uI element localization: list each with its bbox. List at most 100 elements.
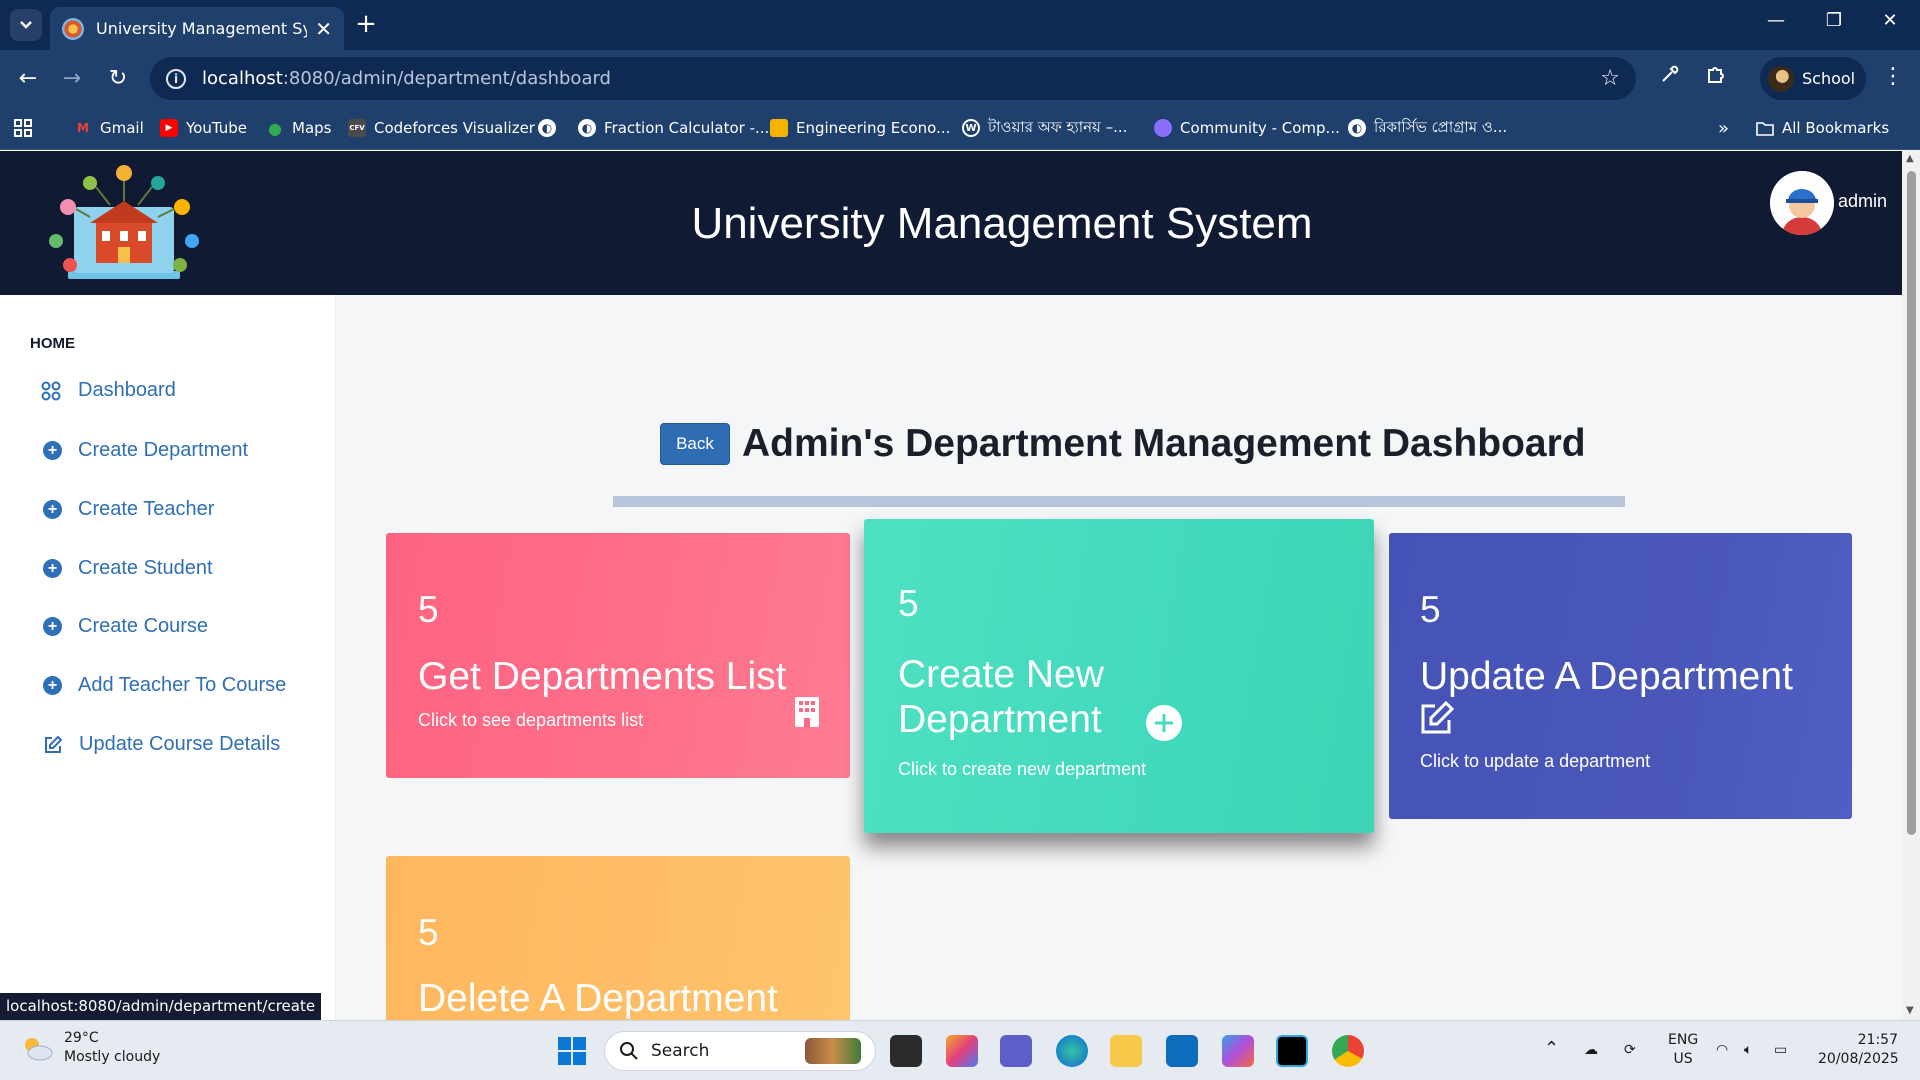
- bookmark-codeforces-visualizer[interactable]: CFV Codeforces Visualizer: [348, 117, 535, 139]
- bookmark-fraction-calculator[interactable]: ◐ Fraction Calculator -...: [578, 117, 769, 139]
- bookmark-community[interactable]: Community - Comp...: [1154, 117, 1340, 139]
- taskbar-search[interactable]: Search: [604, 1031, 876, 1071]
- cloud-sun-icon: [25, 1038, 53, 1061]
- status-bar-url: localhost:8080/admin/department/create: [0, 993, 322, 1020]
- onedrive-icon[interactable]: ☁: [1584, 1041, 1598, 1060]
- sidebar-item-create-teacher[interactable]: + Create Teacher: [43, 498, 214, 521]
- all-bookmarks-button[interactable]: All Bookmarks: [1756, 117, 1889, 139]
- forward-arrow-icon[interactable]: →: [56, 63, 88, 95]
- outlook-icon[interactable]: [1166, 1035, 1198, 1067]
- card-subtitle: Click to update a department: [1420, 751, 1651, 771]
- bookmark-star-icon[interactable]: ☆: [1600, 66, 1620, 91]
- close-tab-icon[interactable]: ✕: [315, 17, 332, 41]
- create-department-card[interactable]: 5 Create New Department Click to create …: [864, 519, 1374, 833]
- volume-icon[interactable]: 🔈︎: [1744, 1041, 1752, 1060]
- user-avatar[interactable]: [1770, 171, 1834, 235]
- new-tab-button[interactable]: +: [352, 10, 380, 38]
- eyedropper-icon[interactable]: [1654, 63, 1686, 95]
- weather-widget[interactable]: 29°C Mostly cloudy: [20, 1029, 160, 1067]
- scroll-up-icon[interactable]: ▲: [1906, 153, 1914, 164]
- tray-overflow-icon[interactable]: ⌃: [1544, 1039, 1559, 1058]
- delete-department-card[interactable]: 5 Delete A Department: [386, 856, 850, 1026]
- scroll-down-icon[interactable]: ▼: [1906, 1005, 1914, 1016]
- card-title: Update A Department: [1420, 655, 1793, 698]
- teams-icon[interactable]: [1000, 1035, 1032, 1067]
- restore-icon[interactable]: ❐: [1814, 10, 1854, 31]
- tab-title: University Management System: [96, 19, 308, 38]
- m365-icon[interactable]: [1222, 1035, 1254, 1067]
- sidebar-item-label: Update Course Details: [79, 733, 281, 755]
- sidebar-item-create-course[interactable]: + Create Course: [43, 615, 208, 638]
- edge-icon[interactable]: [1056, 1035, 1088, 1067]
- chrome-icon[interactable]: [1332, 1035, 1364, 1067]
- card-title: Delete A Department: [418, 977, 778, 1020]
- globe-icon: ◐: [1348, 119, 1366, 137]
- sidebar-item-create-department[interactable]: + Create Department: [43, 439, 248, 462]
- apps-grid-icon[interactable]: [14, 117, 32, 139]
- weather-temperature: 29°C: [64, 1030, 99, 1046]
- user-name[interactable]: admin: [1838, 191, 1887, 212]
- search-icon: [620, 1042, 638, 1060]
- copilot-icon[interactable]: [946, 1035, 978, 1067]
- sidebar-item-label: Dashboard: [78, 379, 176, 401]
- back-arrow-icon[interactable]: ←: [12, 63, 44, 95]
- minimize-icon[interactable]: —: [1756, 10, 1796, 31]
- sidebar-item-create-student[interactable]: + Create Student: [43, 557, 213, 580]
- plus-circle-icon: [1146, 705, 1182, 741]
- bookmark-maps[interactable]: ● Maps: [266, 117, 331, 139]
- extensions-icon[interactable]: [1700, 63, 1732, 95]
- file-explorer-icon[interactable]: [1110, 1035, 1142, 1067]
- close-window-icon[interactable]: ✕: [1870, 10, 1910, 31]
- chevron-down-icon: [20, 21, 32, 29]
- reload-icon[interactable]: ↻: [102, 63, 134, 95]
- sidebar-item-add-teacher-to-course[interactable]: + Add Teacher To Course: [43, 674, 286, 697]
- sidebar-item-label: Create Department: [78, 439, 249, 461]
- site-info-icon[interactable]: i: [166, 68, 186, 89]
- card-count: 5: [898, 583, 919, 624]
- bookmark-tower-of-hanoi[interactable]: W টাওয়ার অফ হ্যানয় –...: [962, 117, 1127, 139]
- profile-button[interactable]: School: [1760, 57, 1866, 100]
- plus-circle-icon: +: [43, 617, 62, 636]
- sync-icon[interactable]: ⟳: [1624, 1041, 1636, 1060]
- active-tab[interactable]: University Management System ✕: [50, 7, 344, 50]
- tab-search-button[interactable]: [10, 9, 42, 41]
- bookmark-gmail[interactable]: M Gmail: [74, 117, 144, 139]
- card-count: 5: [418, 912, 439, 953]
- wifi-icon[interactable]: ◠: [1716, 1041, 1728, 1060]
- browser-menu-icon[interactable]: ⋮: [1882, 64, 1904, 89]
- edit-icon: [45, 735, 63, 753]
- page-scrollbar[interactable]: ▲ ▼: [1902, 151, 1920, 1020]
- get-departments-card[interactable]: 5 Get Departments List Click to see depa…: [386, 533, 850, 778]
- task-view-icon[interactable]: [890, 1035, 922, 1067]
- more-bookmarks-icon[interactable]: »: [1718, 117, 1729, 139]
- card-count: 5: [418, 589, 439, 630]
- url-text: localhost:8080/admin/department/dashboar…: [202, 68, 611, 89]
- windows-start-icon[interactable]: [556, 1035, 588, 1067]
- cfv-icon: CFV: [348, 119, 366, 137]
- sidebar-item-label: Create Teacher: [78, 498, 215, 520]
- gmail-icon: M: [77, 121, 89, 135]
- language-indicator[interactable]: ENG US: [1668, 1031, 1698, 1069]
- page-title: Admin's Department Management Dashboard: [742, 422, 1586, 465]
- sidebar: HOME Dashboard + Create Department + Cre…: [0, 295, 336, 1020]
- bookmark-globe[interactable]: ◐: [538, 117, 564, 139]
- card-subtitle: Click to see departments list: [418, 710, 644, 730]
- bookmark-recursive-program[interactable]: ◐ রিকার্সিভ প্রোগ্রাম ও...: [1348, 117, 1507, 139]
- globe-icon: ◐: [578, 119, 596, 137]
- sidebar-item-update-course-details[interactable]: Update Course Details: [43, 733, 280, 756]
- plus-circle-icon: +: [43, 500, 62, 519]
- community-icon: [1154, 119, 1172, 137]
- back-button[interactable]: Back: [660, 423, 730, 465]
- sidebar-item-dashboard[interactable]: Dashboard: [40, 379, 176, 402]
- scroll-thumb[interactable]: [1907, 171, 1916, 835]
- dashboard-icon: [41, 381, 61, 400]
- battery-icon[interactable]: ▭: [1774, 1041, 1787, 1060]
- clock[interactable]: 21:57 20/08/2025: [1818, 1031, 1899, 1069]
- bookmark-engineering-economics[interactable]: Engineering Econo...: [770, 117, 950, 139]
- update-department-card[interactable]: 5 Update A Department Click to update a …: [1389, 533, 1852, 819]
- search-highlight-image: [805, 1038, 861, 1064]
- address-bar[interactable]: i localhost:8080/admin/department/dashbo…: [150, 57, 1636, 100]
- intellij-icon[interactable]: [1276, 1035, 1308, 1067]
- bookmark-youtube[interactable]: ▶ YouTube: [160, 117, 247, 139]
- card-title-line1: Create New: [898, 653, 1104, 696]
